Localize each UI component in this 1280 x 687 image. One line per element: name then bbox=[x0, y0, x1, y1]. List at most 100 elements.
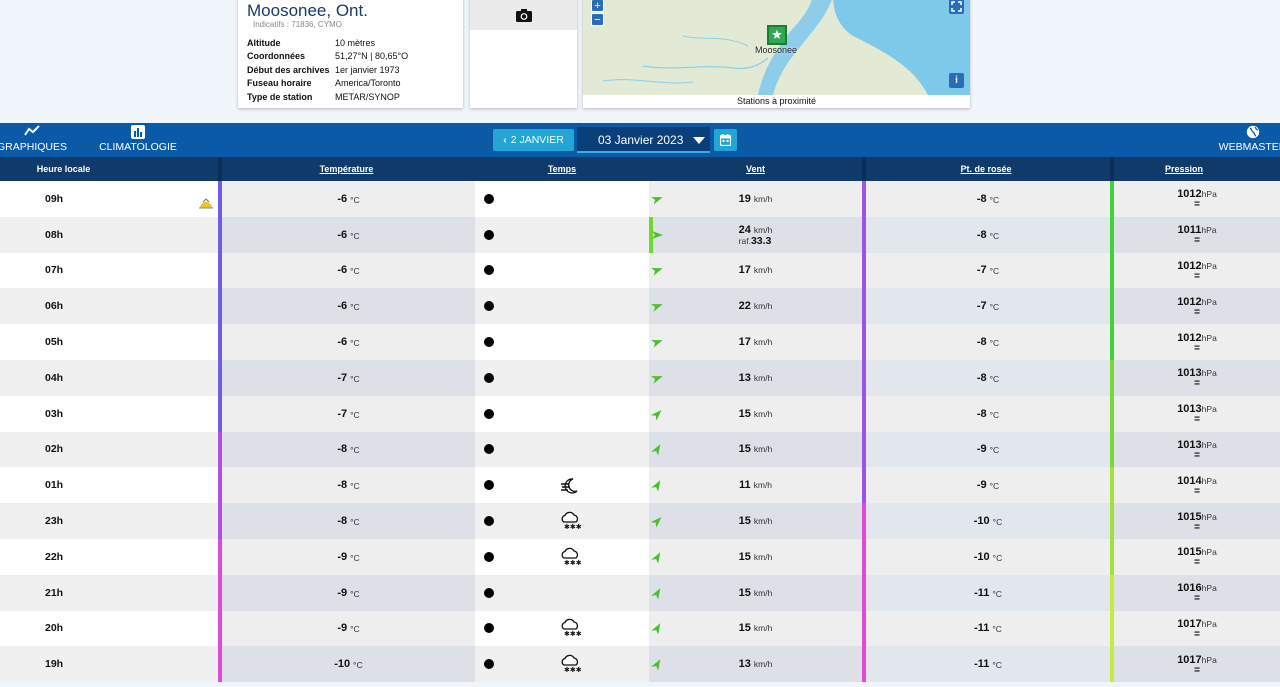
pressure-trend: = bbox=[1194, 235, 1200, 247]
hour-value: 09h bbox=[45, 192, 64, 205]
col-temps[interactable]: Temps bbox=[475, 157, 649, 181]
fullscreen-button[interactable] bbox=[949, 0, 964, 14]
detail-label: Type de station bbox=[247, 91, 313, 102]
wind-speed: 15 bbox=[738, 550, 751, 563]
temperature-value: -6 bbox=[337, 228, 348, 241]
photo-button[interactable] bbox=[470, 0, 577, 30]
pressure-unit: hPa bbox=[1201, 439, 1217, 450]
wind-unit: km/h bbox=[753, 480, 773, 491]
cloud-cover-dot-icon bbox=[484, 659, 494, 670]
weather-cell: ✱✱✱ bbox=[475, 646, 649, 683]
temperature-unit: °C bbox=[350, 338, 360, 349]
map-caption: Stations à proximité bbox=[736, 96, 817, 106]
weather-cell: ✱✱✱ bbox=[475, 503, 649, 539]
wind-unit: km/h bbox=[753, 659, 773, 670]
pressure-cell: 1012hPa = bbox=[1114, 324, 1280, 360]
photo-card[interactable] bbox=[470, 0, 577, 108]
date-select[interactable]: 03 Janvier 2023 bbox=[577, 127, 710, 153]
col-pression[interactable]: Pression bbox=[1114, 157, 1254, 181]
fullscreen-icon bbox=[951, 1, 962, 12]
col-temperature[interactable]: Température bbox=[222, 157, 471, 181]
nav-climatologie-label: CLIMATOLOGIE bbox=[99, 141, 177, 153]
calendar-button[interactable] bbox=[714, 129, 737, 151]
pressure-trend: = bbox=[1194, 414, 1200, 426]
wind-direction-icon bbox=[651, 659, 661, 671]
station-map[interactable]: + − i ★ Moosonee Stations à proximité bbox=[583, 0, 970, 108]
table-row: 08h -6 °C 24 km/h raf.33.3 -8 °C 1011hPa = bbox=[0, 216, 1280, 253]
wind-values: 22 km/h bbox=[739, 300, 773, 312]
wind-cell: 17 km/h bbox=[649, 252, 862, 289]
wind-cell: 19 km/h bbox=[649, 181, 862, 217]
temperature-value: -8 bbox=[337, 515, 348, 528]
wind-values: 17 km/h bbox=[739, 264, 773, 276]
zoom-in-button[interactable]: + bbox=[591, 0, 604, 12]
wind-direction-icon bbox=[651, 197, 663, 205]
pressure-trend: = bbox=[1194, 593, 1200, 605]
dewpoint-unit: °C bbox=[989, 338, 1000, 349]
map-info-button[interactable]: i bbox=[949, 73, 964, 88]
hour-cell: 04h bbox=[0, 360, 218, 396]
pressure-cell: 1012hPa = bbox=[1114, 252, 1280, 289]
hour-cell: 19h bbox=[0, 646, 218, 683]
dewpoint-value: -8 bbox=[976, 192, 987, 205]
dewpoint-unit: °C bbox=[989, 373, 1000, 384]
wind-cell: 15 km/h bbox=[649, 503, 862, 539]
station-indicatifs: Indicatifs : 71836, CYMO bbox=[253, 20, 342, 29]
snow-cloud-icon: ✱✱✱ bbox=[561, 655, 581, 674]
dewpoint-cell: -9 °C bbox=[866, 467, 1110, 504]
cloud-cover-dot-icon bbox=[484, 193, 494, 204]
sunrise-icon bbox=[199, 198, 213, 209]
svg-text:✱✱✱: ✱✱✱ bbox=[564, 559, 581, 567]
snow-cloud-icon: ✱✱✱ bbox=[561, 511, 581, 531]
zoom-out-button[interactable]: − bbox=[591, 13, 604, 26]
temperature-cell: -9 °C bbox=[222, 574, 475, 611]
hour-value: 20h bbox=[45, 622, 64, 635]
table-row: 06h -6 °C 22 km/h -7 °C 1012hPa = bbox=[0, 288, 1280, 325]
nav-bar: GRAPHIQUES CLIMATOLOGIE ‹ 2 JANVIER 03 Ja… bbox=[0, 123, 1280, 157]
wind-speed: 15 bbox=[738, 515, 751, 528]
hour-value: 08h bbox=[45, 228, 64, 241]
table-row: 03h -7 °C 15 km/h -8 °C 1013hPa = bbox=[0, 395, 1280, 432]
prev-day-button[interactable]: ‹ 2 JANVIER bbox=[493, 129, 574, 151]
dewpoint-value: -8 bbox=[976, 371, 987, 384]
table-row: 22h -9 °C ✱✱✱ 15 km/h -10 °C 1015hPa = bbox=[0, 539, 1280, 575]
wind-values: 15 km/h bbox=[739, 622, 773, 634]
wind-cell: 15 km/h bbox=[649, 431, 862, 468]
pressure-trend: = bbox=[1194, 664, 1200, 676]
col-vent[interactable]: Vent bbox=[649, 157, 862, 181]
table-header: Heure locale Température Temps Vent Pt. … bbox=[0, 157, 1280, 181]
station-pin-icon[interactable]: ★ bbox=[767, 25, 787, 45]
weather-cell bbox=[475, 288, 649, 325]
wind-values: 15 km/h bbox=[739, 587, 773, 599]
hour-value: 19h bbox=[45, 658, 64, 671]
temperature-unit: °C bbox=[350, 194, 360, 205]
wind-gust: raf.33.3 bbox=[739, 235, 772, 246]
col-dewpoint[interactable]: Pt. de rosée bbox=[866, 157, 1106, 181]
temperature-value: -10 bbox=[334, 658, 351, 671]
temperature-value: -6 bbox=[337, 300, 348, 313]
nav-webmaster[interactable]: WEBMASTER bbox=[1215, 123, 1280, 157]
wind-cell: 17 km/h bbox=[649, 324, 862, 360]
map-canvas[interactable]: + − i ★ Moosonee bbox=[583, 0, 970, 95]
detail-label: Coordonnées bbox=[247, 51, 306, 62]
camera-icon bbox=[515, 8, 532, 22]
temperature-unit: °C bbox=[350, 373, 360, 384]
wind-speed: 13 bbox=[738, 371, 751, 384]
nav-climatologie[interactable]: CLIMATOLOGIE bbox=[98, 123, 178, 157]
weather-cell bbox=[475, 324, 649, 360]
svg-text:✱✱✱: ✱✱✱ bbox=[564, 630, 581, 638]
temperature-value: -7 bbox=[337, 407, 348, 420]
calendar-icon bbox=[720, 134, 731, 146]
temperature-value: -8 bbox=[337, 443, 348, 456]
temperature-unit: °C bbox=[353, 660, 363, 671]
pressure-unit: hPa bbox=[1201, 404, 1217, 415]
hour-cell: 07h bbox=[0, 252, 218, 289]
nav-graphiques[interactable]: GRAPHIQUES bbox=[0, 123, 68, 157]
hour-value: 01h bbox=[45, 479, 64, 492]
dewpoint-value: -10 bbox=[973, 515, 990, 528]
wind-values: 17 km/h bbox=[739, 336, 773, 348]
dewpoint-value: -10 bbox=[973, 550, 990, 563]
wind-direction-icon bbox=[651, 587, 661, 599]
dewpoint-cell: -8 °C bbox=[866, 181, 1110, 217]
weather-cell bbox=[475, 574, 649, 611]
